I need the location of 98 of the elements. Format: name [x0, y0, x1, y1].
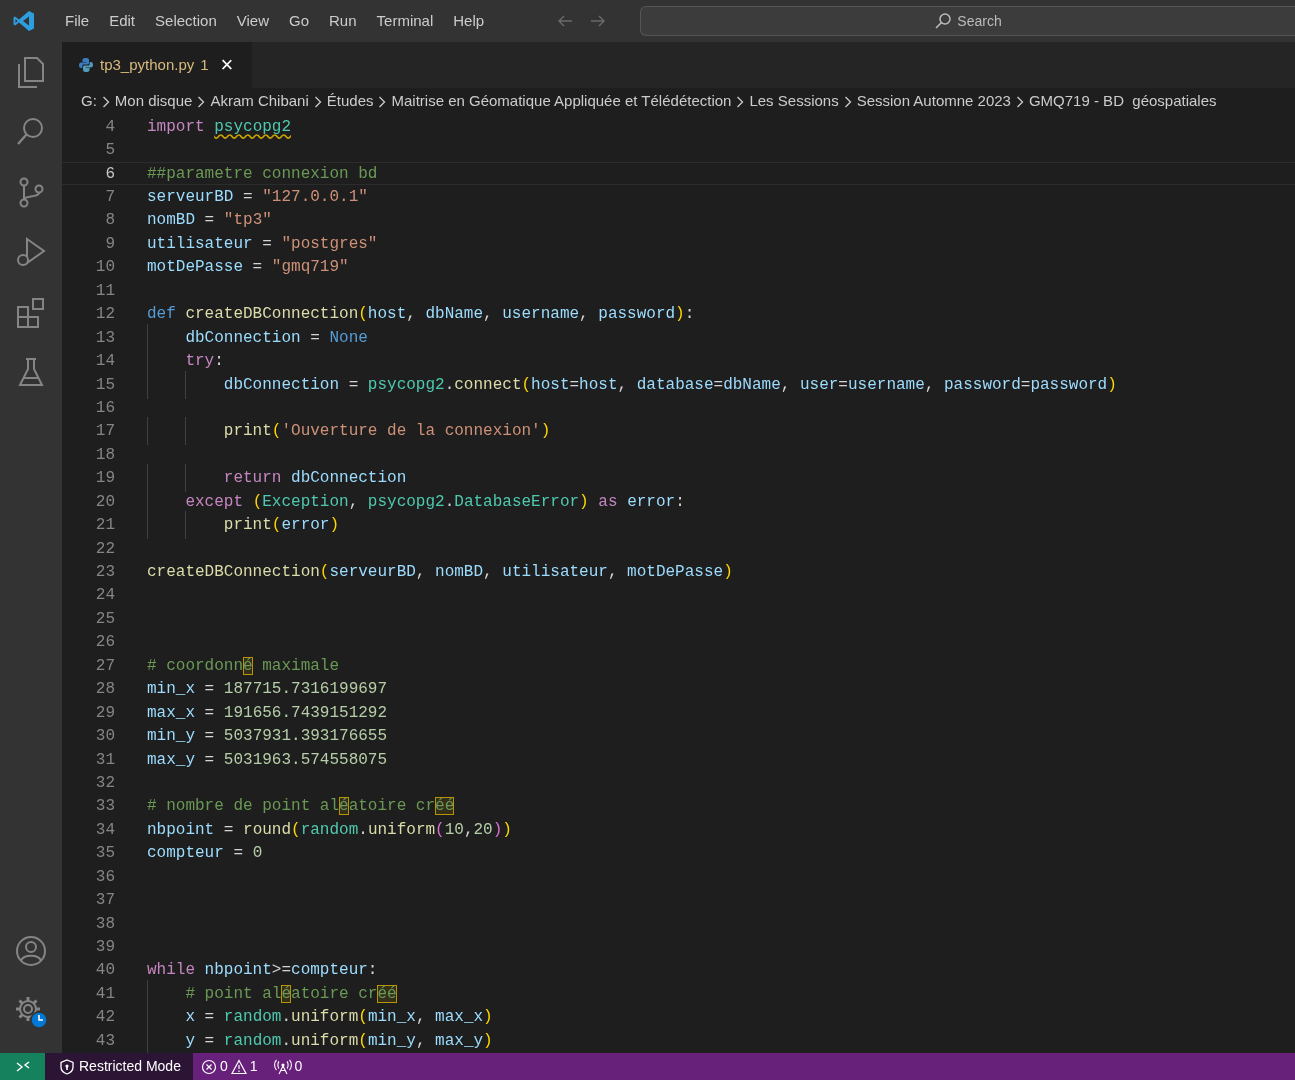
code-line: dbConnection = psycopg2.connect(host=host, database=dbName, user=username, password=password)	[147, 372, 1117, 397]
menu-item[interactable]: Go	[279, 9, 319, 33]
app-logo	[12, 9, 36, 33]
line-number: 8	[104, 210, 115, 232]
code-line: utilisateur = "postgres"	[147, 233, 378, 255]
line-number: 39	[94, 937, 115, 959]
restricted-mode-button[interactable]: Restricted Mode	[45, 1053, 193, 1080]
line-number: 10	[94, 257, 115, 279]
code-line: while nbpoint>=compteur:	[147, 960, 378, 982]
code-line: min_y = 5037931.393176655	[147, 726, 388, 748]
line-number: 25	[94, 608, 115, 630]
account-icon[interactable]	[13, 933, 49, 969]
menu-item[interactable]: Terminal	[366, 9, 444, 33]
line-number: 4	[104, 116, 115, 138]
line-number: 28	[94, 679, 115, 701]
code-line: def createDBConnection(host, dbName, username, password):	[147, 304, 695, 326]
search-field[interactable]: Search	[640, 6, 1295, 36]
line-number: 40	[94, 960, 115, 982]
tab-filename: tp3_python.py	[100, 54, 195, 75]
line-number: 23	[94, 562, 115, 584]
line-number: 31	[94, 749, 115, 771]
line-number: 32	[94, 772, 115, 794]
line-number: 33	[94, 796, 115, 818]
code-line: serveurBD = "127.0.0.1"	[147, 187, 368, 209]
line-number: 15	[94, 374, 115, 396]
code-line: min_x = 187715.7316199697	[147, 679, 388, 701]
code-line: motDePasse = "gmq719"	[147, 257, 349, 279]
code-line: print('Ouverture de la connexion')	[147, 419, 551, 444]
breadcrumb-item[interactable]: G:	[81, 90, 97, 113]
line-number: 5	[104, 140, 115, 162]
code-line: import psycopg2	[147, 116, 292, 138]
line-number: 37	[94, 890, 115, 912]
error-count: 0	[219, 1057, 228, 1076]
ports-button[interactable]: 0	[265, 1056, 311, 1077]
antenna-icon	[273, 1058, 292, 1075]
breadcrumb-item[interactable]: Session Automne 2023	[856, 90, 1011, 113]
line-number: 12	[94, 304, 115, 326]
line-number: 41	[94, 983, 115, 1005]
menu-item[interactable]: File	[55, 9, 100, 33]
line-number: 22	[94, 538, 115, 560]
breadcrumb-item[interactable]: Études	[326, 90, 374, 113]
breadcrumb-item[interactable]: Akram Chibani	[210, 90, 309, 113]
line-number: 29	[94, 702, 115, 724]
line-number: 21	[94, 515, 115, 537]
line-number: 11	[94, 280, 115, 302]
line-number: 7	[104, 187, 115, 209]
code-line: compteur = 0	[147, 843, 263, 865]
menu-item[interactable]: Edit	[99, 9, 146, 33]
search-icon	[934, 12, 953, 30]
python-file-icon	[78, 57, 94, 73]
editor-tab[interactable]: tp3_python.py 1 ×	[62, 42, 252, 88]
code-line: createDBConnection(serveurBD, nomBD, utilisateur, motDePasse)	[147, 562, 733, 584]
line-number: 9	[104, 233, 115, 255]
line-number: 19	[94, 468, 115, 490]
warning-count: 1	[249, 1057, 258, 1076]
shield-icon	[59, 1058, 75, 1075]
breadcrumb-item[interactable]: GMQ719 - BD géospatiales	[1028, 90, 1217, 113]
code-line: max_x = 191656.7439151292	[147, 702, 388, 724]
breadcrumb-item[interactable]: Maitrise en Géomatique Appliquée et Télédétection	[391, 90, 732, 113]
line-number: 24	[94, 585, 115, 607]
line-number: 43	[94, 1030, 115, 1052]
line-number: 30	[94, 726, 115, 748]
code-line: ##parametre connexion bd	[147, 163, 378, 185]
line-number: 6	[104, 163, 115, 185]
line-number: 13	[94, 327, 115, 349]
code-line: return dbConnection	[147, 466, 407, 491]
line-number: 20	[94, 491, 115, 513]
remote-button[interactable]	[0, 1053, 45, 1080]
line-number: 35	[94, 843, 115, 865]
code-line: print(error)	[147, 513, 340, 538]
line-number: 18	[94, 444, 115, 466]
line-number: 17	[94, 421, 115, 443]
menu-item[interactable]: Run	[319, 9, 367, 33]
menu-item[interactable]: Help	[443, 9, 495, 33]
line-number: 36	[94, 866, 115, 888]
line-number: 38	[94, 913, 115, 935]
problems-button[interactable]: 0 1	[192, 1056, 266, 1077]
warning-icon	[230, 1058, 247, 1075]
code-line: max_y = 5031963.574558075	[147, 749, 388, 771]
error-icon	[200, 1058, 217, 1075]
breadcrumb-item[interactable]: Mon disque	[114, 90, 193, 113]
menu-item[interactable]: Selection	[145, 9, 227, 33]
line-number: 14	[94, 351, 115, 373]
breadcrumb-item[interactable]: Les Sessions	[749, 90, 839, 113]
menu-item[interactable]: View	[226, 9, 279, 33]
search-placeholder: Search	[957, 11, 1002, 31]
problem-count: 1	[200, 54, 209, 75]
code-line: y = random.uniform(min_y, max_y)	[147, 1028, 493, 1053]
close-icon[interactable]: ×	[220, 54, 234, 76]
code-line: nbpoint = round(random.uniform(10,20))	[147, 819, 512, 841]
line-number: 42	[94, 1007, 115, 1029]
line-number: 27	[94, 655, 115, 677]
ports-count: 0	[294, 1057, 303, 1076]
code-line: nomBD = "tp3"	[147, 210, 272, 232]
line-number: 34	[94, 819, 115, 841]
line-number: 16	[94, 397, 115, 419]
code-line: # coordonné maximale	[147, 655, 340, 677]
line-number: 26	[94, 632, 115, 654]
